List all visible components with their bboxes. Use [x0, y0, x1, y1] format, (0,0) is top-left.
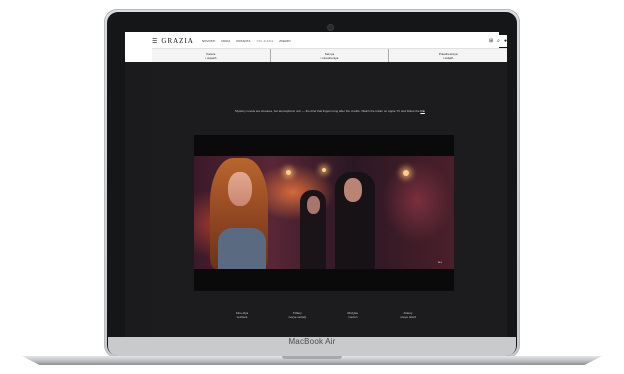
search-icon[interactable]: ⌕ [497, 38, 500, 44]
video-watermark: tv+ [438, 260, 443, 264]
video-person-face [344, 178, 362, 202]
site-logo[interactable]: GRAZIA [161, 37, 193, 45]
related-link[interactable]: Trillery novye serialy [275, 311, 319, 319]
menu-item-active[interactable]: Stil zhizni [256, 39, 273, 43]
video-person-body [218, 228, 266, 269]
video-person-face [307, 196, 320, 214]
device-brand-label: MacBook Air [288, 337, 336, 346]
subnav-item[interactable]: Karera i uspekh [152, 49, 271, 62]
header-icons: ⊞ ⌕ ● [489, 38, 507, 44]
site-header: ☰ GRAZIA Novosti Moda Krasota Stil zhizn… [152, 35, 507, 47]
related-link[interactable]: Muzyka i sezon [331, 311, 375, 319]
user-icon[interactable]: ● [504, 38, 507, 44]
video-person-face [228, 172, 252, 206]
menu-item[interactable]: Zvezdy [279, 39, 291, 43]
grid-icon[interactable]: ⊞ [489, 38, 493, 44]
main-menu: Novosti Moda Krasota Stil zhizni Zvezdy [202, 39, 291, 43]
subnav-item[interactable]: Semya i otnosheniya [271, 49, 390, 62]
related-link[interactable]: Kino dlya vechera [220, 311, 264, 319]
bar-light [403, 170, 409, 176]
lid-notch [282, 356, 342, 359]
hamburger-icon[interactable]: ☰ [152, 38, 157, 45]
sub-navigation: Karera i uspekh Semya i otnosheniya Putesh… [152, 48, 507, 62]
subnav-item[interactable]: Puteshestviya i otdykh [389, 49, 507, 62]
menu-item[interactable]: Krasota [236, 39, 250, 43]
bar-light [322, 168, 326, 172]
related-links: Kino dlya vechera Trillery novye serialy M… [220, 311, 430, 319]
related-link[interactable]: Dramy novye istorii [386, 311, 430, 319]
intro-link[interactable]: link [420, 109, 425, 113]
menu-item[interactable]: Moda [221, 39, 230, 43]
bar-light [286, 170, 291, 175]
intro-paragraph: Mystery novels are timeless, but atmosph… [235, 109, 425, 113]
webcam [328, 25, 333, 30]
menu-item[interactable]: Novosti [202, 39, 216, 43]
